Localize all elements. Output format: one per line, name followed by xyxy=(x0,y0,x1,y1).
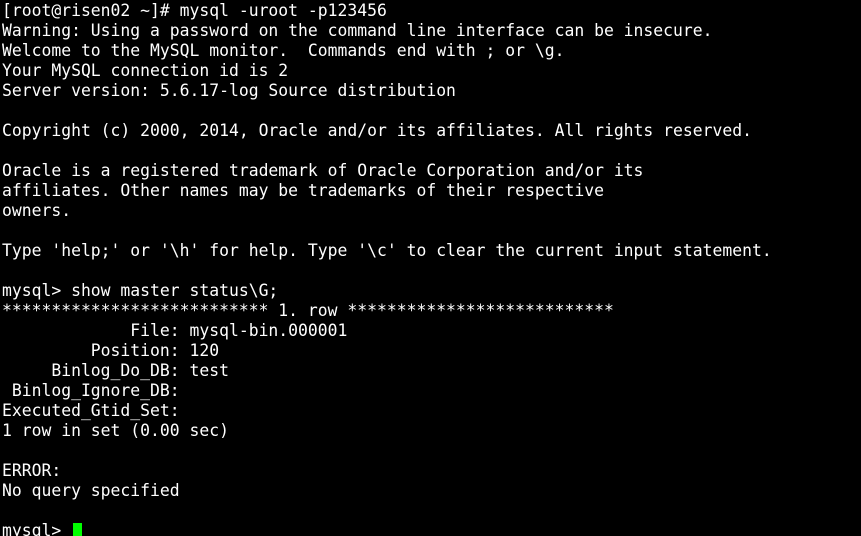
terminal-line-3: Welcome to the MySQL monitor. Commands e… xyxy=(2,41,565,60)
terminal-line-23 xyxy=(2,441,859,461)
terminal-line-4: Your MySQL connection id is 2 xyxy=(2,61,289,80)
terminal-line-5: Server version: 5.6.17-log Source distri… xyxy=(2,81,456,100)
terminal-window[interactable]: [root@risen02 ~]# mysql -uroot -p123456 … xyxy=(2,1,859,536)
terminal-line-2: Warning: Using a password on the command… xyxy=(2,21,713,40)
terminal-line-19: Binlog_Do_DB: test xyxy=(2,361,229,380)
terminal-line-13: Type 'help;' or '\h' for help. Type '\c'… xyxy=(2,241,772,260)
terminal-line-21: Executed_Gtid_Set: xyxy=(2,401,180,420)
terminal-line-20: Binlog_Ignore_DB: xyxy=(2,381,180,400)
terminal-line-1: [root@risen02 ~]# mysql -uroot -p123456 xyxy=(2,1,387,20)
terminal-line-24: ERROR: xyxy=(2,461,62,480)
mysql-prompt: mysql> xyxy=(2,521,72,536)
terminal-line-8 xyxy=(2,141,859,161)
terminal-line-14 xyxy=(2,261,859,281)
terminal-line-17: File: mysql-bin.000001 xyxy=(2,321,348,340)
terminal-line-25: No query specified xyxy=(2,481,180,500)
terminal-line-26 xyxy=(2,501,859,521)
terminal-line-6 xyxy=(2,101,859,121)
terminal-line-10: affiliates. Other names may be trademark… xyxy=(2,181,604,200)
terminal-line-18: Position: 120 xyxy=(2,341,220,360)
terminal-line-22: 1 row in set (0.00 sec) xyxy=(2,421,229,440)
command-input-line[interactable]: mysql> xyxy=(2,521,859,536)
terminal-line-16: *************************** 1. row *****… xyxy=(2,301,614,320)
terminal-line-7: Copyright (c) 2000, 2014, Oracle and/or … xyxy=(2,121,752,140)
terminal-line-11: owners. xyxy=(2,201,72,220)
text-cursor xyxy=(73,523,83,536)
terminal-line-9: Oracle is a registered trademark of Orac… xyxy=(2,161,644,180)
terminal-line-15: mysql> show master status\G; xyxy=(2,281,279,300)
terminal-line-12 xyxy=(2,221,859,241)
